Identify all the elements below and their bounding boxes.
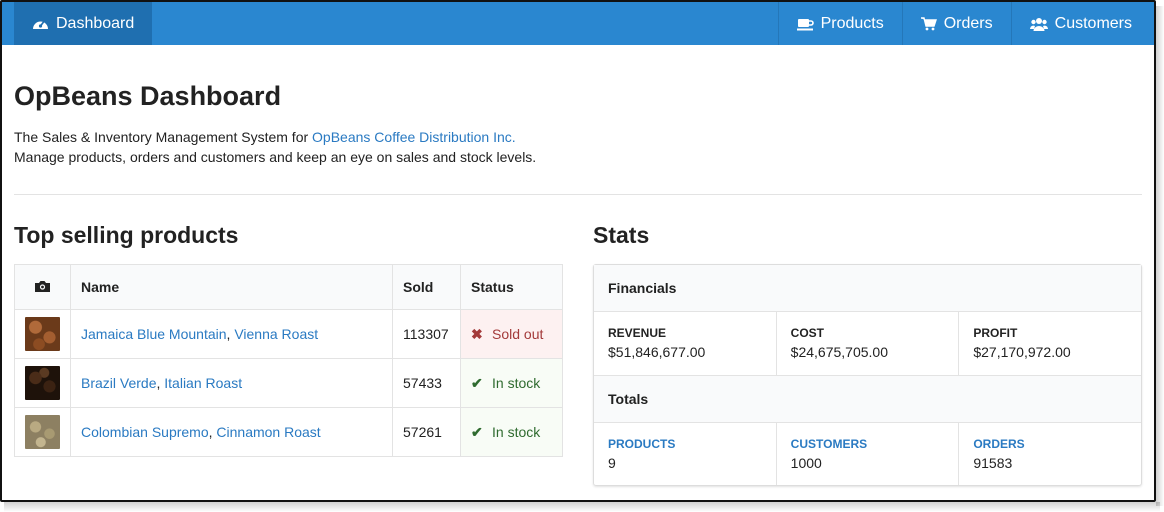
intro-prefix: The Sales & Inventory Management System … [14,129,313,145]
main-content: OpBeans Dashboard The Sales & Inventory … [2,81,1154,486]
cost-stat: COST $24,675,705.00 [775,312,959,375]
top-products-heading: Top selling products [14,222,239,248]
customers-total-value: 1000 [790,455,822,471]
status-label: Sold out [492,325,544,342]
product-thumbnail[interactable] [25,366,60,400]
top-products-table: Name Sold Status Jamaica Blue Mountain, … [14,264,563,457]
revenue-label: REVENUE [608,326,667,340]
top-navbar: Dashboard Products Orders Customers [2,2,1154,45]
window-shadow-right [1156,6,1164,506]
profit-stat: PROFIT $27,170,972.00 [958,312,1141,375]
company-link[interactable]: OpBeans Coffee Distribution Inc. [312,129,516,145]
status-cell: ✖ Sold out [460,309,563,359]
table-header-row: Name Sold Status [14,264,563,310]
status-label: In stock [492,423,541,440]
name-column-header: Name [70,264,393,310]
totals-row: PRODUCTS 9 CUSTOMERS 1000 ORDERS 91583 [594,423,1141,485]
financials-row: REVENUE $51,846,677.00 COST $24,675,705.… [594,312,1141,376]
cost-label: COST [790,326,825,340]
window-shadow-bottom [4,502,1160,512]
revenue-value: $51,846,677.00 [608,344,706,360]
intro-line-2: Manage products, orders and customers an… [14,149,537,165]
orders-stat: ORDERS 91583 [958,423,1141,485]
nav-products-label: Products [820,14,884,32]
close-icon: ✖ [471,325,483,342]
orders-total-link[interactable]: ORDERS [973,437,1127,451]
status-label: In stock [492,374,541,391]
product-variant-link[interactable]: Vienna Roast [234,326,318,342]
customers-total-link[interactable]: CUSTOMERS [791,437,945,451]
sold-column-header: Sold [392,264,461,310]
product-name-cell: Brazil Verde, Italian Roast [70,358,393,408]
stats-heading: Stats [593,222,650,248]
status-column-header: Status [460,264,563,310]
table-row: Jamaica Blue Mountain, Vienna Roast 1133… [14,309,563,359]
revenue-stat: REVENUE $51,846,677.00 [594,312,776,375]
product-name-cell: Colombian Supremo, Cinnamon Roast [70,407,393,457]
page-title: OpBeans Dashboard [14,81,282,111]
dashboard-icon [33,20,48,29]
sold-cell: 57433 [392,358,461,408]
cost-value: $24,675,705.00 [790,344,888,360]
nav-customers[interactable]: Customers [1010,2,1150,45]
photo-column-header [14,264,71,310]
check-icon: ✔ [471,374,483,391]
status-cell: ✔ In stock [460,358,563,408]
orders-total-value: 91583 [973,455,1013,471]
stats-section: Stats Financials REVENUE $51,846,677.00 … [593,222,1142,486]
product-link[interactable]: Jamaica Blue Mountain [81,326,227,342]
product-link[interactable]: Brazil Verde [81,375,156,391]
sold-cell: 113307 [392,309,461,359]
intro-text: The Sales & Inventory Management System … [14,127,1142,167]
product-name-cell: Jamaica Blue Mountain, Vienna Roast [70,309,393,359]
camera-icon [35,281,50,292]
nav-dashboard-label: Dashboard [56,14,135,32]
table-row: Colombian Supremo, Cinnamon Roast 57261 … [14,407,563,457]
app-window: Dashboard Products Orders Customers OpBe… [0,0,1156,502]
nav-dashboard[interactable]: Dashboard [14,2,153,45]
check-icon: ✔ [471,423,483,440]
profit-value: $27,170,972.00 [973,344,1071,360]
stats-panel: Financials REVENUE $51,846,677.00 COST $… [593,264,1142,486]
table-row: Brazil Verde, Italian Roast 57433 ✔ In st… [14,358,563,408]
product-thumbnail[interactable] [25,415,60,449]
product-thumbnail[interactable] [25,317,60,351]
financials-header: Financials [594,265,1141,312]
product-variant-link[interactable]: Italian Roast [164,375,242,391]
cart-icon [920,16,937,30]
nav-orders-label: Orders [943,14,993,32]
product-photo-cell [14,407,71,457]
nav-customers-label: Customers [1054,14,1132,32]
product-photo-cell [14,309,71,359]
nav-products[interactable]: Products [777,2,902,45]
sold-cell: 57261 [392,407,461,457]
coffee-cup-icon [796,18,814,30]
profit-label: PROFIT [973,326,1018,340]
product-link[interactable]: Colombian Supremo [81,424,209,440]
users-icon [1029,17,1048,31]
products-total-link[interactable]: PRODUCTS [608,437,762,451]
top-products-section: Top selling products Name Sold Status Ja… [14,222,563,486]
product-photo-cell [14,358,71,408]
products-total-value: 9 [608,455,616,471]
totals-header: Totals [594,376,1141,423]
customers-stat: CUSTOMERS 1000 [775,423,959,485]
nav-orders[interactable]: Orders [901,2,1011,45]
product-variant-link[interactable]: Cinnamon Roast [216,424,320,440]
section-divider [14,194,1142,195]
products-stat: PRODUCTS 9 [594,423,776,485]
status-cell: ✔ In stock [460,407,563,457]
